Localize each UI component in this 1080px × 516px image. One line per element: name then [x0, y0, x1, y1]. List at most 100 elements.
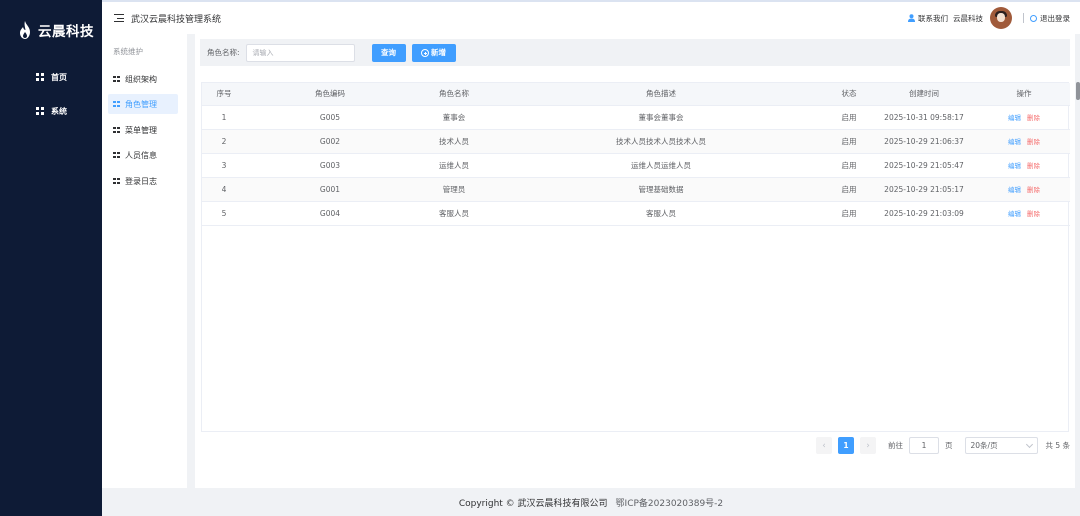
submenu-item-label: 组织架构	[125, 74, 157, 84]
query-button[interactable]: 查询	[371, 43, 406, 62]
cell-created-at: 2025-10-29 21:05:47	[870, 153, 978, 178]
logout-button[interactable]: 退出登录	[1040, 13, 1070, 24]
submenu-item-menus[interactable]: 菜单管理	[108, 120, 178, 140]
cell-role-desc: 技术人员技术人员技术人员	[494, 129, 828, 154]
column-header[interactable]: 创建时间	[870, 83, 978, 106]
cell-actions: 编辑 删除	[978, 153, 1070, 178]
cell-index: 4	[202, 177, 246, 202]
cell-role-code: G001	[246, 177, 414, 202]
column-header[interactable]: 角色名称	[414, 83, 494, 106]
icp-link[interactable]: 鄂ICP备2023020389号-2	[616, 496, 724, 509]
brand-logo[interactable]: 云晨科技	[0, 0, 102, 60]
sidebar-item-label: 首页	[51, 72, 67, 82]
submenu-item-org[interactable]: 组织架构	[108, 69, 178, 89]
column-header[interactable]: 状态	[828, 83, 870, 106]
grid-icon	[113, 151, 120, 159]
cell-created-at: 2025-10-29 21:06:37	[870, 129, 978, 154]
header-actions: 联系我们 云晨科技 退出登录	[908, 2, 1070, 34]
submenu-item-label: 角色管理	[125, 99, 157, 109]
submenu-item-roles[interactable]: 角色管理	[108, 94, 178, 114]
table-row[interactable]: 5 G004 客服人员 客服人员 启用 2025-10-29 21:03:09 …	[202, 201, 1070, 226]
grid-icon	[113, 126, 120, 134]
role-name-label: 角色名称:	[207, 48, 240, 57]
edit-link[interactable]: 编辑	[1008, 210, 1021, 218]
edit-link[interactable]: 编辑	[1008, 114, 1021, 122]
cell-actions: 编辑 删除	[978, 129, 1070, 154]
delete-link[interactable]: 删除	[1027, 186, 1040, 194]
cell-index: 1	[202, 105, 246, 130]
contact-us-link[interactable]: 联系我们	[918, 13, 948, 24]
grid-icon	[36, 107, 44, 115]
avatar[interactable]	[990, 7, 1012, 29]
cell-status: 启用	[828, 177, 870, 202]
cell-status: 启用	[828, 201, 870, 226]
logout-icon	[1030, 14, 1037, 22]
sidebar-item-label: 系统	[51, 106, 67, 116]
column-header[interactable]: 操作	[978, 83, 1070, 106]
page-number-current[interactable]: 1	[838, 437, 854, 454]
sidebar-item-system[interactable]: 系统	[0, 94, 102, 128]
page-size-value: 20条/页	[970, 441, 998, 450]
submenu-item-label: 人员信息	[125, 150, 157, 160]
add-button-label: 新增	[431, 48, 447, 57]
top-header: 武汉云晨科技管理系统 联系我们 云晨科技 退出登录	[102, 0, 1080, 34]
chevron-down-icon	[1025, 440, 1033, 448]
cell-actions: 编辑 删除	[978, 177, 1070, 202]
table-row[interactable]: 1 G005 董事会 董事会董事会 启用 2025-10-31 09:58:17…	[202, 105, 1070, 130]
edit-link[interactable]: 编辑	[1008, 138, 1021, 146]
delete-link[interactable]: 删除	[1027, 138, 1040, 146]
grid-icon	[113, 177, 120, 185]
system-title: 武汉云晨科技管理系统	[131, 14, 222, 25]
divider	[1023, 13, 1024, 23]
plus-circle-icon	[421, 48, 430, 57]
main-sidebar: 云晨科技 首页 系统	[0, 0, 102, 516]
scrollbar-thumb[interactable]	[1076, 82, 1080, 100]
submenu-title: 系统维护	[113, 47, 143, 56]
next-page-button[interactable]: ›	[860, 437, 876, 454]
column-header[interactable]: 角色编码	[246, 83, 414, 106]
cell-status: 启用	[828, 153, 870, 178]
delete-link[interactable]: 删除	[1027, 210, 1040, 218]
cell-role-code: G004	[246, 201, 414, 226]
role-name-input[interactable]: 请输入	[245, 43, 355, 62]
add-button[interactable]: 新增	[411, 43, 456, 62]
table-row[interactable]: 4 G001 管理员 管理基础数据 启用 2025-10-29 21:05:17…	[202, 177, 1070, 202]
roles-table: 序号 角色编码 角色名称 角色描述 状态 创建时间 操作 1 G005 董事会 …	[201, 82, 1070, 432]
cell-role-name: 运维人员	[414, 153, 494, 178]
column-header[interactable]: 序号	[202, 83, 246, 106]
delete-link[interactable]: 删除	[1027, 162, 1040, 170]
goto-page-input[interactable]: 1	[909, 437, 939, 454]
grid-icon	[113, 75, 120, 83]
prev-page-button[interactable]: ‹	[816, 437, 832, 454]
submenu-item-people[interactable]: 人员信息	[108, 145, 178, 165]
cell-role-name: 客服人员	[414, 201, 494, 226]
delete-link[interactable]: 删除	[1027, 114, 1040, 122]
sidebar-item-home[interactable]: 首页	[0, 60, 102, 94]
cell-created-at: 2025-10-29 21:05:17	[870, 177, 978, 202]
goto-label: 前往	[888, 441, 903, 450]
table-header-row: 序号 角色编码 角色名称 角色描述 状态 创建时间 操作	[202, 83, 1070, 106]
cell-status: 启用	[828, 129, 870, 154]
cell-role-desc: 客服人员	[494, 201, 828, 226]
company-name: 云晨科技	[953, 13, 983, 23]
menu-toggle-icon[interactable]	[114, 14, 124, 22]
cell-actions: 编辑 删除	[978, 105, 1070, 130]
cell-created-at: 2025-10-29 21:03:09	[870, 201, 978, 226]
grid-icon	[113, 100, 120, 108]
cell-role-code: G002	[246, 129, 414, 154]
submenu-item-label: 登录日志	[125, 176, 157, 186]
edit-link[interactable]: 编辑	[1008, 186, 1021, 194]
page-size-select[interactable]: 20条/页	[964, 437, 1038, 454]
edit-link[interactable]: 编辑	[1008, 162, 1021, 170]
cell-role-name: 技术人员	[414, 129, 494, 154]
cell-role-name: 管理员	[414, 177, 494, 202]
column-header[interactable]: 角色描述	[494, 83, 828, 106]
submenu-item-login-log[interactable]: 登录日志	[108, 171, 178, 191]
cell-index: 3	[202, 153, 246, 178]
total-count: 共 5 条	[1045, 441, 1071, 450]
cell-created-at: 2025-10-31 09:58:17	[870, 105, 978, 130]
table-row[interactable]: 2 G002 技术人员 技术人员技术人员技术人员 启用 2025-10-29 2…	[202, 129, 1070, 154]
cell-role-code: G003	[246, 153, 414, 178]
cell-role-desc: 管理基础数据	[494, 177, 828, 202]
table-row[interactable]: 3 G003 运维人员 运维人员运维人员 启用 2025-10-29 21:05…	[202, 153, 1070, 178]
